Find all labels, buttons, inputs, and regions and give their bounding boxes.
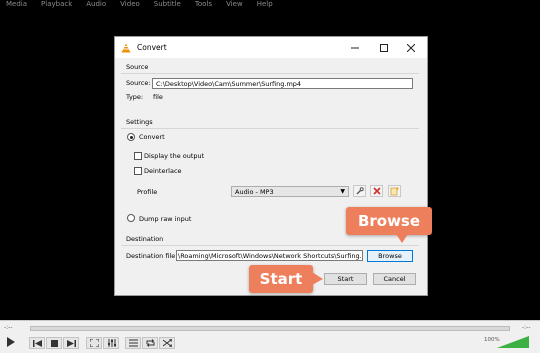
- settings-section-label: Settings: [126, 118, 153, 126]
- menu-audio[interactable]: Audio: [86, 0, 106, 9]
- type-label: Type:: [126, 93, 144, 101]
- start-callout: Start: [249, 265, 313, 293]
- delete-profile-button[interactable]: [370, 185, 383, 197]
- minimize-icon: [351, 47, 359, 49]
- display-output-label: Display the output: [144, 152, 205, 160]
- chevron-down-icon: ▼: [340, 188, 345, 195]
- browse-callout: Browse: [346, 207, 432, 235]
- settings-divider: [121, 128, 419, 129]
- convert-label: Convert: [139, 133, 165, 141]
- type-value: file: [153, 93, 163, 101]
- wrench-icon: [356, 187, 364, 195]
- previous-icon: [32, 339, 42, 347]
- dialog-title: Convert: [137, 43, 167, 52]
- player-controls: -:-- -:-- 100%: [0, 320, 540, 353]
- shuffle-button[interactable]: [159, 337, 175, 349]
- remaining-time: -:--: [522, 324, 531, 331]
- profile-select[interactable]: Audio - MP3 ▼: [231, 186, 349, 197]
- maximize-button[interactable]: [377, 41, 391, 55]
- menu-subtitle[interactable]: Subtitle: [154, 0, 181, 9]
- source-divider: [121, 73, 419, 74]
- new-profile-icon: [390, 187, 399, 195]
- volume-level-fill: [497, 336, 529, 348]
- stop-button[interactable]: [46, 337, 62, 349]
- deinterlace-checkbox[interactable]: [134, 167, 142, 175]
- loop-button[interactable]: [142, 337, 158, 349]
- close-button[interactable]: [404, 41, 418, 55]
- loop-icon: [146, 339, 154, 347]
- dialog-body: Source Source: C:\Desktop\Video\Cam\Summ…: [115, 58, 427, 295]
- destination-section-label: Destination: [126, 235, 164, 243]
- edit-profile-button[interactable]: [353, 185, 366, 197]
- menu-view[interactable]: View: [226, 0, 243, 9]
- menu-bar: Media Playback Audio Video Subtitle Tool…: [0, 0, 540, 9]
- profile-select-value: Audio - MP3: [235, 188, 274, 196]
- previous-button[interactable]: [29, 337, 45, 349]
- dump-raw-radio[interactable]: [127, 214, 135, 222]
- start-callout-tail: [312, 272, 323, 285]
- convert-dialog: Convert Source Source: C:\Desktop\Video\…: [114, 36, 428, 296]
- source-field[interactable]: C:\Desktop\Video\Cam\Summer\Surfing.mp4: [152, 78, 413, 89]
- shuffle-icon: [162, 339, 172, 347]
- browse-callout-tail: [396, 234, 408, 243]
- source-label: Source:: [126, 79, 151, 87]
- play-button[interactable]: [4, 335, 18, 349]
- vlc-cone-icon: [121, 43, 131, 52]
- delete-x-icon: [372, 187, 381, 195]
- fullscreen-button[interactable]: [86, 337, 102, 349]
- source-section-label: Source: [126, 63, 149, 71]
- seek-bar[interactable]: [30, 326, 510, 331]
- destination-field[interactable]: \Roaming\Microsoft\Windows\Network Short…: [176, 250, 363, 261]
- menu-video[interactable]: Video: [120, 0, 140, 9]
- profile-label: Profile: [137, 188, 158, 196]
- convert-radio[interactable]: [127, 133, 135, 141]
- cancel-button[interactable]: Cancel: [373, 273, 416, 285]
- volume-slider[interactable]: [497, 336, 529, 348]
- browse-button[interactable]: Browse: [367, 250, 413, 262]
- stop-icon: [50, 339, 58, 347]
- playlist-button[interactable]: [125, 337, 141, 349]
- extended-settings-button[interactable]: [103, 337, 119, 349]
- menu-media[interactable]: Media: [6, 0, 27, 9]
- minimize-button[interactable]: [348, 41, 362, 55]
- start-button[interactable]: Start: [324, 273, 367, 285]
- next-icon: [66, 339, 76, 347]
- menu-playback[interactable]: Playback: [41, 0, 72, 9]
- close-icon: [407, 44, 415, 52]
- equalizer-icon: [107, 339, 116, 347]
- dialog-titlebar: Convert: [115, 37, 427, 58]
- dump-raw-label: Dump raw input: [139, 215, 192, 223]
- elapsed-time: -:--: [4, 324, 13, 331]
- menu-tools[interactable]: Tools: [195, 0, 212, 9]
- destination-divider: [121, 245, 419, 246]
- new-profile-button[interactable]: [388, 185, 401, 197]
- deinterlace-label: Deinterlace: [144, 167, 182, 175]
- destination-file-label: Destination file:: [126, 252, 178, 260]
- menu-help[interactable]: Help: [257, 0, 273, 9]
- maximize-icon: [380, 44, 388, 52]
- play-icon: [7, 337, 15, 347]
- display-output-checkbox[interactable]: [134, 152, 142, 160]
- next-button[interactable]: [63, 337, 79, 349]
- playlist-icon: [128, 339, 138, 347]
- fullscreen-icon: [89, 339, 99, 347]
